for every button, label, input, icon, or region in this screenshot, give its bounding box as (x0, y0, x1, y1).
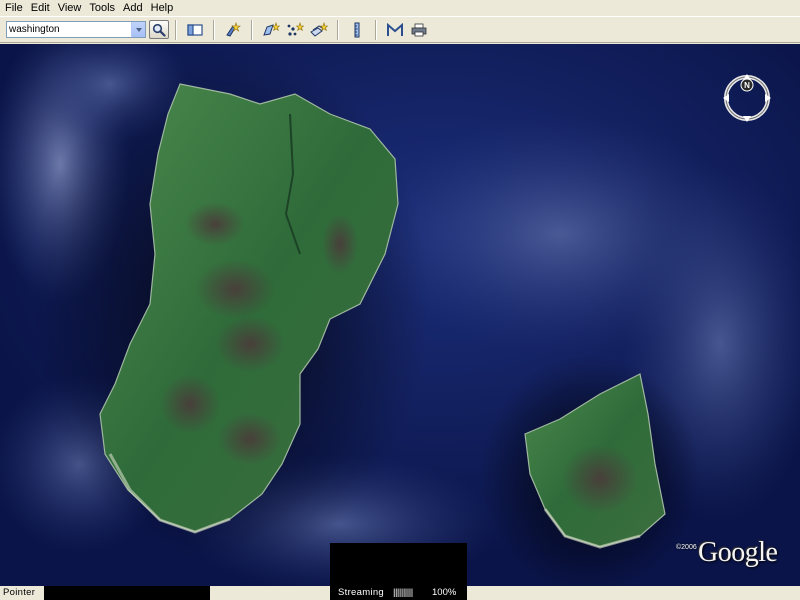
compass-icon: N (723, 74, 771, 122)
ruler-icon (354, 22, 360, 37)
menu-tools[interactable]: Tools (85, 1, 119, 15)
sidebar-toggle-button[interactable] (184, 20, 206, 40)
ruler-button[interactable] (346, 20, 368, 40)
polygon-icon (263, 21, 280, 36)
placemark-icon (226, 21, 241, 37)
email-icon (387, 22, 403, 36)
compass-control[interactable]: N (720, 71, 774, 125)
print-button[interactable] (408, 20, 430, 40)
google-logo: Google (698, 537, 778, 568)
search-input[interactable] (7, 22, 131, 37)
menu-add[interactable]: Add (119, 1, 147, 15)
sidebar-toggle-icon (187, 23, 203, 36)
search-button[interactable] (149, 20, 169, 39)
redacted-region (330, 543, 467, 586)
satellite-imagery (0, 44, 800, 586)
status-panel (467, 586, 690, 600)
search-combobox[interactable] (6, 21, 146, 38)
add-placemark-button[interactable] (222, 20, 244, 40)
pointer-status: Pointer (0, 586, 44, 600)
menu-file[interactable]: File (4, 1, 27, 15)
print-icon (411, 23, 427, 36)
toolbar-separator (213, 19, 215, 40)
streaming-label: Streaming (338, 587, 384, 598)
menu-view[interactable]: View (54, 1, 86, 15)
chevron-down-icon[interactable] (131, 22, 145, 37)
compass-north-label: N (744, 81, 750, 90)
copyright-text: ©2006 (676, 544, 697, 551)
pointer-label: Pointer (3, 587, 36, 598)
toolbar-separator (375, 19, 377, 40)
redacted-region (44, 586, 210, 600)
status-panel (690, 586, 800, 600)
toolbar-separator (251, 19, 253, 40)
streaming-progress-bars: |||||||||| (393, 587, 413, 598)
menu-bar: File Edit View Tools Add Help (0, 0, 800, 16)
status-bar: Pointer Streaming |||||||||| 100% (0, 586, 800, 600)
email-button[interactable] (384, 20, 406, 40)
streaming-percent: 100% (432, 587, 457, 598)
status-panel (210, 586, 330, 600)
toolbar-separator (175, 19, 177, 40)
menu-help[interactable]: Help (147, 1, 178, 15)
add-path-button[interactable] (284, 20, 306, 40)
path-icon (287, 21, 304, 36)
add-polygon-button[interactable] (260, 20, 282, 40)
map-viewport[interactable]: N ©2006 Google (0, 44, 800, 586)
add-image-overlay-button[interactable] (308, 20, 330, 40)
menu-edit[interactable]: Edit (27, 1, 54, 15)
toolbar-separator (337, 19, 339, 40)
search-icon (152, 23, 166, 37)
image-overlay-icon (310, 21, 328, 37)
toolbar (0, 16, 800, 43)
